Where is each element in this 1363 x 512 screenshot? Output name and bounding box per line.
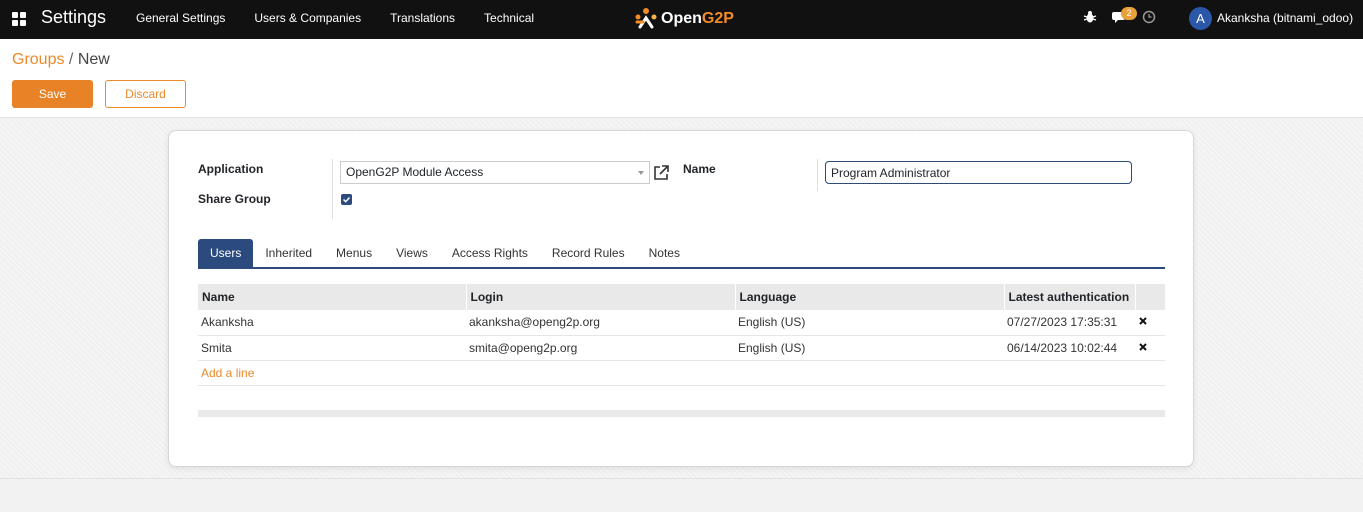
- systray: [1083, 10, 1156, 24]
- tab-access-rights[interactable]: Access Rights: [440, 239, 540, 267]
- cell-name[interactable]: Akanksha: [198, 310, 466, 336]
- breadcrumb-current: New: [77, 51, 110, 68]
- tab-views[interactable]: Views: [384, 239, 440, 267]
- external-link-icon[interactable]: [652, 164, 670, 182]
- avatar[interactable]: A: [1189, 7, 1212, 30]
- tab-notes[interactable]: Notes: [637, 239, 692, 267]
- notebook-tabs: Users Inherited Menus Views Access Right…: [198, 239, 1165, 269]
- column-name[interactable]: Name: [198, 284, 466, 310]
- application-label: Application: [198, 162, 264, 176]
- users-table: Name Login Language Latest authenticatio…: [198, 284, 1165, 386]
- application-select-value: OpenG2P Module Access: [346, 165, 484, 179]
- cell-delete: [1135, 310, 1165, 336]
- cell-latest-auth[interactable]: 07/27/2023 17:35:31: [1004, 310, 1135, 336]
- user-menu-name[interactable]: Akanksha (bitnami_odoo): [1217, 11, 1353, 25]
- app-title[interactable]: Settings: [41, 7, 106, 28]
- openg2p-logo: OpenG2P: [634, 7, 734, 31]
- chat-counter-badge: 2: [1121, 7, 1137, 20]
- menu-general-settings[interactable]: General Settings: [136, 11, 225, 25]
- menu-technical[interactable]: Technical: [484, 11, 534, 25]
- share-group-checkbox[interactable]: [341, 194, 352, 205]
- tab-record-rules[interactable]: Record Rules: [540, 239, 637, 267]
- column-latest-authentication[interactable]: Latest authentication: [1003, 284, 1135, 310]
- field-separator: [332, 159, 333, 219]
- logo-text: OpenG2P: [661, 10, 734, 28]
- tab-users[interactable]: Users: [198, 239, 254, 267]
- share-group-label: Share Group: [198, 192, 271, 206]
- cell-login[interactable]: smita@openg2p.org: [466, 335, 735, 361]
- bottom-area: [0, 478, 1363, 512]
- tab-menus[interactable]: Menus: [324, 239, 384, 267]
- cell-login[interactable]: akanksha@openg2p.org: [466, 310, 735, 336]
- cell-latest-auth[interactable]: 06/14/2023 10:02:44: [1004, 335, 1135, 361]
- clock-icon[interactable]: [1142, 10, 1156, 24]
- cell-language[interactable]: English (US): [735, 335, 1004, 361]
- control-panel: Groups / New Save Discard: [0, 39, 1363, 118]
- tab-inherited[interactable]: Inherited: [253, 239, 324, 267]
- name-input[interactable]: [825, 161, 1132, 184]
- add-a-line-link[interactable]: Add a line: [201, 366, 254, 380]
- cell-language[interactable]: English (US): [735, 310, 1004, 336]
- table-row[interactable]: Smita smita@openg2p.org English (US) 06/…: [198, 335, 1165, 361]
- column-language[interactable]: Language: [734, 284, 1004, 310]
- table-header-row: Name Login Language Latest authenticatio…: [198, 284, 1165, 310]
- column-login[interactable]: Login: [465, 284, 735, 310]
- field-separator: [817, 159, 818, 191]
- menu-users-companies[interactable]: Users & Companies: [254, 11, 361, 25]
- logo-text-open: Open: [661, 10, 702, 27]
- menu-translations[interactable]: Translations: [390, 11, 455, 25]
- checkbox-check-icon: [342, 196, 351, 203]
- column-delete: [1134, 284, 1165, 310]
- application-select[interactable]: OpenG2P Module Access: [340, 161, 650, 184]
- cell-name[interactable]: Smita: [198, 335, 466, 361]
- name-label: Name: [683, 162, 716, 176]
- chevron-down-icon: [638, 171, 644, 175]
- save-button[interactable]: Save: [12, 80, 93, 108]
- main-menu: General Settings Users & Companies Trans…: [136, 11, 563, 25]
- breadcrumb-groups-link[interactable]: Groups: [12, 51, 64, 68]
- logo-mark-icon: [635, 8, 657, 29]
- delete-x-icon[interactable]: [1138, 316, 1148, 326]
- bug-icon[interactable]: [1083, 10, 1097, 24]
- delete-x-icon[interactable]: [1138, 342, 1148, 352]
- breadcrumb-separator: /: [64, 51, 78, 68]
- breadcrumb: Groups / New: [12, 51, 110, 69]
- logo-text-g2p: G2P: [701, 10, 734, 27]
- table-row[interactable]: Akanksha akanksha@openg2p.org English (U…: [198, 310, 1165, 336]
- discard-button[interactable]: Discard: [105, 80, 186, 108]
- form-content-area: Application Share Group OpenG2P Module A…: [0, 119, 1363, 478]
- horizontal-scrollbar[interactable]: [198, 410, 1165, 417]
- top-navbar: Settings General Settings Users & Compan…: [0, 0, 1363, 39]
- form-sheet: Application Share Group OpenG2P Module A…: [168, 130, 1194, 467]
- apps-grid-icon[interactable]: [12, 12, 26, 26]
- add-line-row: Add a line: [198, 360, 1165, 386]
- cell-delete: [1135, 335, 1165, 361]
